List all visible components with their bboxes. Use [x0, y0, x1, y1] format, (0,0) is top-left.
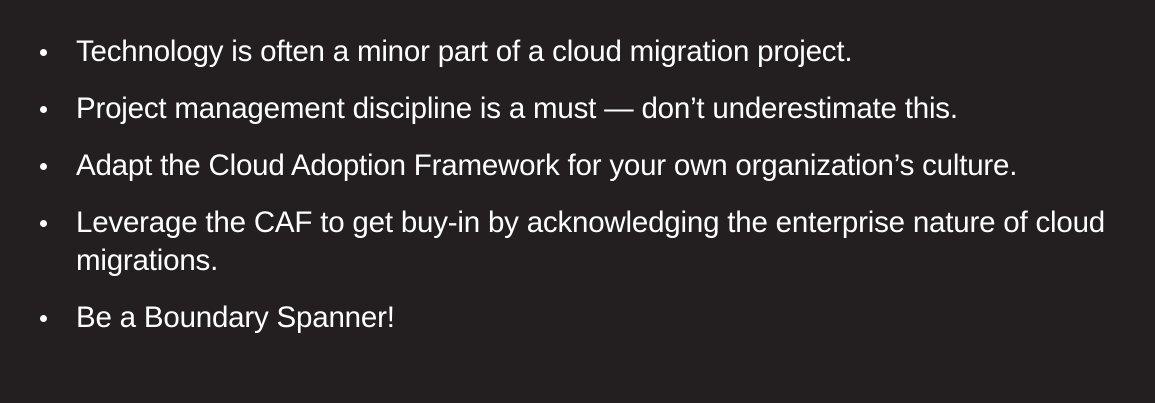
bullet-item-project-management: Project management discipline is a must …: [0, 90, 1155, 128]
bullet-text: Technology is often a minor part of a cl…: [76, 35, 853, 68]
bullet-item-leverage-caf: Leverage the CAF to get buy-in by acknow…: [0, 204, 1155, 280]
bullet-dot-icon: [40, 220, 47, 227]
bullet-list: Technology is often a minor part of a cl…: [0, 33, 1155, 337]
slide: Technology is often a minor part of a cl…: [0, 0, 1155, 403]
bullet-text: Be a Boundary Spanner!: [76, 301, 395, 334]
bullet-text: Leverage the CAF to get buy-in by acknow…: [76, 206, 1106, 277]
bullet-dot-icon: [40, 163, 47, 170]
bullet-text: Project management discipline is a must …: [76, 92, 958, 125]
bullet-item-boundary-spanner: Be a Boundary Spanner!: [0, 299, 1155, 337]
bullet-text: Adapt the Cloud Adoption Framework for y…: [76, 149, 1018, 182]
bullet-dot-icon: [40, 49, 47, 56]
bullet-dot-icon: [40, 315, 47, 322]
bullet-item-technology: Technology is often a minor part of a cl…: [0, 33, 1155, 71]
bullet-item-adapt-caf: Adapt the Cloud Adoption Framework for y…: [0, 147, 1155, 185]
bullet-dot-icon: [40, 106, 47, 113]
